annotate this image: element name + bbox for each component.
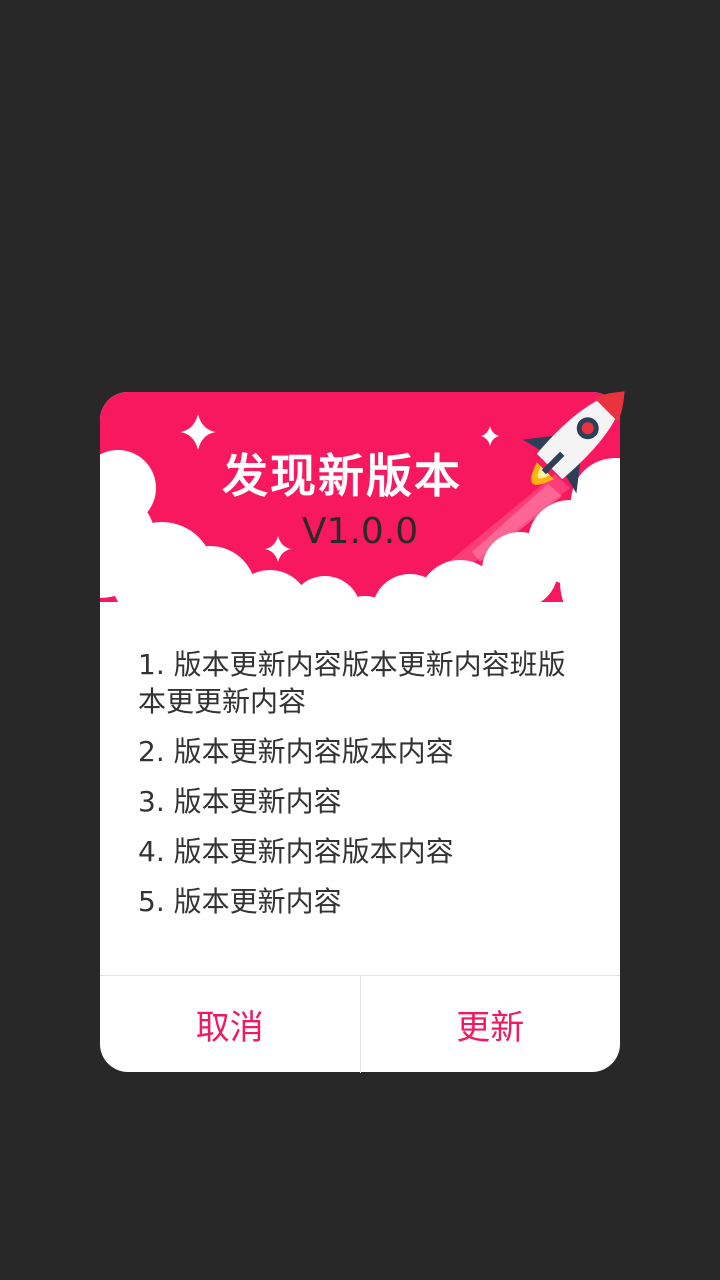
rocket-icon — [522, 391, 625, 494]
release-note-item: 2. 版本更新内容版本内容 — [138, 735, 454, 768]
release-notes-list: 1. 版本更新内容版本更新内容班版本更更新内容 2. 版本更新内容版本内容 3.… — [138, 646, 588, 933]
release-note-item: 3. 版本更新内容 — [138, 785, 342, 818]
dialog-actions: 取消 更新 — [100, 975, 620, 1073]
cancel-button[interactable]: 取消 — [100, 976, 360, 1073]
release-note-item: 5. 版本更新内容 — [138, 885, 342, 918]
release-note-item: 1. 版本更新内容版本更新内容班版本更更新内容 — [138, 648, 566, 718]
version-label: V1.0.0 — [301, 511, 419, 552]
release-note-item: 4. 版本更新内容版本内容 — [138, 835, 454, 868]
update-button[interactable]: 更新 — [359, 976, 621, 1073]
update-dialog: 发现新版本 V1.0.0 1. 版本更新内容版本更新内容班版本更更新内容 2. … — [100, 391, 625, 1073]
